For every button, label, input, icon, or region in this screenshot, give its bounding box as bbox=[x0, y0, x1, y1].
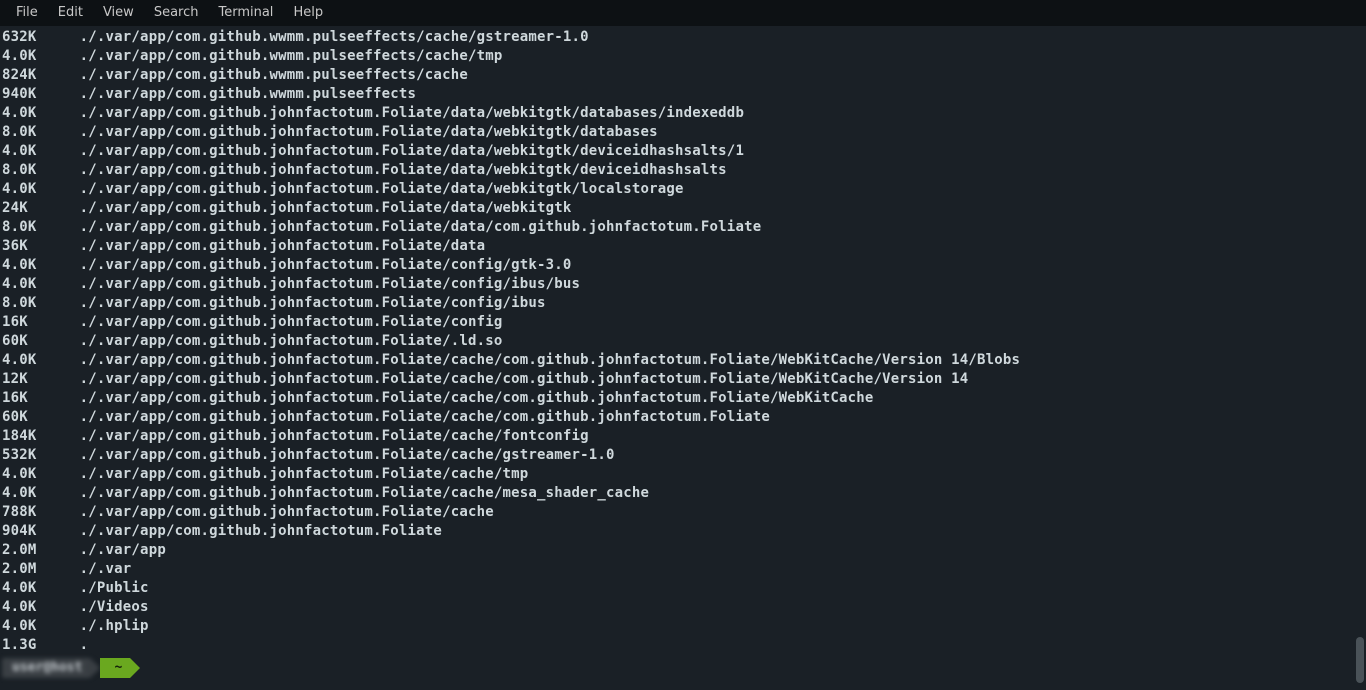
output-line: 4.0K ./.var/app/com.github.wwmm.pulseeff… bbox=[2, 47, 1350, 66]
output-line: 16K ./.var/app/com.github.johnfactotum.F… bbox=[2, 313, 1350, 332]
menu-edit[interactable]: Edit bbox=[48, 0, 93, 26]
output-line: 2.0M ./.var/app bbox=[2, 541, 1350, 560]
terminal-output[interactable]: 632K ./.var/app/com.github.wwmm.pulseeff… bbox=[0, 26, 1350, 690]
output-line: 4.0K ./.var/app/com.github.johnfactotum.… bbox=[2, 275, 1350, 294]
output-line: 788K ./.var/app/com.github.johnfactotum.… bbox=[2, 503, 1350, 522]
output-line: 4.0K ./.hplip bbox=[2, 617, 1350, 636]
output-line: 184K ./.var/app/com.github.johnfactotum.… bbox=[2, 427, 1350, 446]
output-line: 24K ./.var/app/com.github.johnfactotum.F… bbox=[2, 199, 1350, 218]
terminal-area[interactable]: 632K ./.var/app/com.github.wwmm.pulseeff… bbox=[0, 26, 1366, 690]
menu-search[interactable]: Search bbox=[144, 0, 209, 26]
output-line: 904K ./.var/app/com.github.johnfactotum.… bbox=[2, 522, 1350, 541]
output-line: 60K ./.var/app/com.github.johnfactotum.F… bbox=[2, 332, 1350, 351]
prompt[interactable]: user@host ~ bbox=[2, 657, 1350, 679]
output-line: 8.0K ./.var/app/com.github.johnfactotum.… bbox=[2, 294, 1350, 313]
output-line: 4.0K ./.var/app/com.github.johnfactotum.… bbox=[2, 465, 1350, 484]
output-line: 2.0M ./.var bbox=[2, 560, 1350, 579]
menu-terminal[interactable]: Terminal bbox=[208, 0, 283, 26]
output-line: 4.0K ./.var/app/com.github.johnfactotum.… bbox=[2, 351, 1350, 370]
scrollbar-track[interactable] bbox=[1354, 26, 1364, 690]
output-line: 8.0K ./.var/app/com.github.johnfactotum.… bbox=[2, 218, 1350, 237]
output-line: 8.0K ./.var/app/com.github.johnfactotum.… bbox=[2, 161, 1350, 180]
prompt-user-host: user@host bbox=[2, 658, 90, 678]
menubar: File Edit View Search Terminal Help bbox=[0, 0, 1366, 26]
menu-file[interactable]: File bbox=[6, 0, 48, 26]
output-line: 632K ./.var/app/com.github.wwmm.pulseeff… bbox=[2, 28, 1350, 47]
output-line: 1.3G . bbox=[2, 636, 1350, 655]
output-line: 4.0K ./Public bbox=[2, 579, 1350, 598]
output-line: 4.0K ./.var/app/com.github.johnfactotum.… bbox=[2, 484, 1350, 503]
output-line: 4.0K ./.var/app/com.github.johnfactotum.… bbox=[2, 142, 1350, 161]
output-line: 8.0K ./.var/app/com.github.johnfactotum.… bbox=[2, 123, 1350, 142]
output-line: 12K ./.var/app/com.github.johnfactotum.F… bbox=[2, 370, 1350, 389]
output-line: 36K ./.var/app/com.github.johnfactotum.F… bbox=[2, 237, 1350, 256]
output-line: 4.0K ./Videos bbox=[2, 598, 1350, 617]
output-line: 60K ./.var/app/com.github.johnfactotum.F… bbox=[2, 408, 1350, 427]
output-line: 4.0K ./.var/app/com.github.johnfactotum.… bbox=[2, 104, 1350, 123]
output-line: 4.0K ./.var/app/com.github.johnfactotum.… bbox=[2, 180, 1350, 199]
output-line: 4.0K ./.var/app/com.github.johnfactotum.… bbox=[2, 256, 1350, 275]
output-line: 532K ./.var/app/com.github.johnfactotum.… bbox=[2, 446, 1350, 465]
prompt-cwd: ~ bbox=[100, 658, 130, 678]
output-line: 824K ./.var/app/com.github.wwmm.pulseeff… bbox=[2, 66, 1350, 85]
menu-view[interactable]: View bbox=[93, 0, 144, 26]
menu-help[interactable]: Help bbox=[283, 0, 333, 26]
scrollbar-thumb[interactable] bbox=[1356, 637, 1364, 683]
output-line: 16K ./.var/app/com.github.johnfactotum.F… bbox=[2, 389, 1350, 408]
output-line: 940K ./.var/app/com.github.wwmm.pulseeff… bbox=[2, 85, 1350, 104]
